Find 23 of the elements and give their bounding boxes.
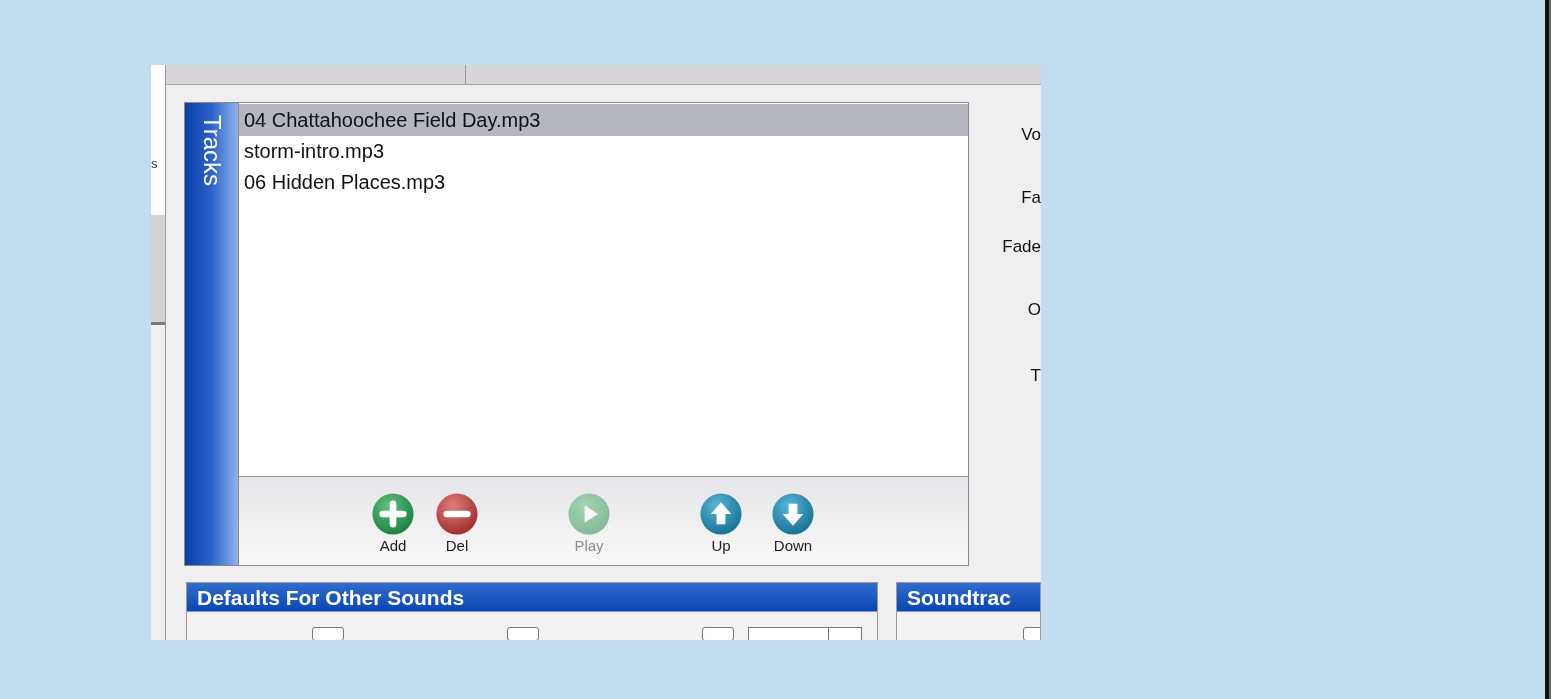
sidebar-text: s bbox=[151, 157, 159, 170]
setting-label: Vo bbox=[1021, 126, 1041, 143]
track-item[interactable]: storm-intro.mp3 bbox=[239, 135, 968, 167]
track-item[interactable]: 04 Chattahoochee Field Day.mp3 bbox=[239, 104, 968, 136]
setting-label: T bbox=[1030, 367, 1041, 384]
add-button[interactable]: Add bbox=[367, 492, 419, 553]
down-button[interactable]: Down bbox=[767, 492, 819, 553]
setting-label: Fa bbox=[1021, 189, 1041, 206]
input-field[interactable] bbox=[702, 627, 734, 640]
track-item[interactable]: 06 Hidden Places.mp3 bbox=[239, 166, 968, 198]
play-icon bbox=[567, 492, 611, 536]
del-button[interactable]: Del bbox=[431, 492, 483, 553]
plus-icon bbox=[371, 492, 415, 536]
input-field[interactable] bbox=[312, 627, 344, 640]
input-field[interactable] bbox=[507, 627, 539, 640]
number-field[interactable] bbox=[748, 627, 862, 640]
setting-label: O bbox=[1027, 301, 1041, 318]
tracks-header: Tracks bbox=[185, 103, 238, 565]
setting-label: Fade bbox=[1002, 238, 1041, 255]
up-button[interactable]: Up bbox=[695, 492, 747, 553]
panel-title: Defaults For Other Sounds bbox=[197, 586, 465, 608]
minus-icon bbox=[435, 492, 479, 536]
panel-title: Soundtrac bbox=[907, 586, 1011, 608]
